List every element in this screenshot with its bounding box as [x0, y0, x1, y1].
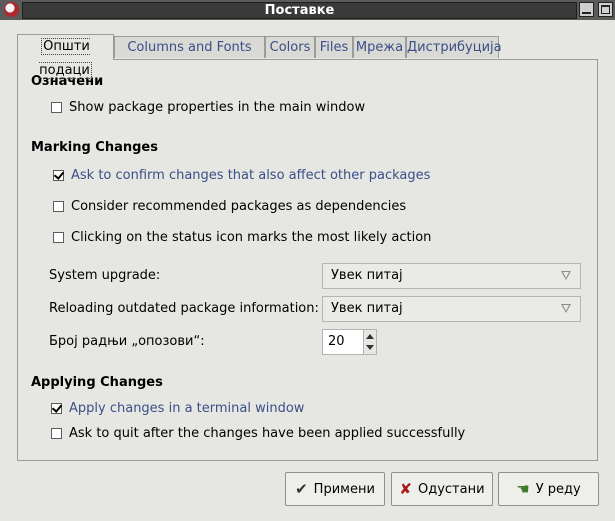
terminal-label: Apply changes in a terminal window	[69, 401, 305, 416]
show-properties-row[interactable]: Show package properties in the main wind…	[51, 100, 365, 115]
undo-count-label: Број радњи „опозови“:	[49, 334, 205, 349]
ok-button[interactable]: ☚ У реду	[498, 472, 599, 506]
recommended-deps-checkbox[interactable]	[53, 201, 64, 212]
undo-count-value[interactable]: 20	[328, 334, 345, 349]
ask-confirm-checkbox[interactable]	[53, 170, 64, 181]
system-upgrade-label: System upgrade:	[49, 268, 161, 283]
tab-distribution[interactable]: Дистрибуција	[406, 36, 502, 58]
chevron-down-icon	[561, 271, 571, 280]
cancel-button[interactable]: ✘ Одустани	[391, 472, 493, 506]
ask-confirm-label: Ask to confirm changes that also affect …	[71, 168, 431, 183]
quit-label: Ask to quit after the changes have been …	[69, 426, 466, 441]
reloading-value: Увек питај	[331, 301, 403, 316]
section-title-applying-changes: Applying Changes	[31, 375, 163, 390]
stepper-buttons	[363, 330, 376, 354]
check-icon: ✔	[295, 480, 308, 498]
chevron-down-icon	[561, 304, 571, 313]
title-bar: Поставке	[0, 0, 615, 20]
ask-confirm-row[interactable]: Ask to confirm changes that also affect …	[53, 168, 430, 183]
tab-columns-and-fonts[interactable]: Columns and Fonts	[114, 36, 265, 58]
system-upgrade-dropdown[interactable]: Увек питај	[322, 263, 581, 289]
ok-button-label: У реду	[535, 481, 581, 497]
apply-button-label: Примени	[313, 481, 375, 497]
close-icon: ✘	[399, 480, 412, 498]
title-drag-area[interactable]: Поставке	[22, 2, 577, 19]
terminal-row[interactable]: Apply changes in a terminal window	[51, 401, 304, 416]
maximize-button[interactable]	[598, 2, 613, 17]
stepper-up-icon[interactable]	[366, 334, 374, 339]
tab-files[interactable]: Files	[315, 36, 353, 58]
cancel-button-label: Одустани	[418, 481, 485, 497]
quit-checkbox[interactable]	[51, 428, 62, 439]
status-icon-checkbox[interactable]	[53, 232, 64, 243]
status-icon-label: Clicking on the status icon marks the mo…	[71, 230, 432, 245]
show-properties-checkbox[interactable]	[51, 102, 62, 113]
undo-count-stepper[interactable]: 20	[322, 329, 377, 355]
terminal-checkbox[interactable]	[51, 403, 62, 414]
ok-hand-icon: ☚	[516, 480, 530, 498]
minimize-button[interactable]	[579, 2, 594, 17]
window-title: Поставке	[264, 3, 335, 18]
reloading-label: Reloading outdated package information:	[49, 301, 319, 316]
show-properties-label: Show package properties in the main wind…	[69, 100, 366, 115]
reloading-dropdown[interactable]: Увек питај	[322, 296, 581, 322]
system-upgrade-value: Увек питај	[331, 268, 403, 283]
app-icon[interactable]	[4, 2, 19, 17]
section-title-marking-changes: Marking Changes	[31, 140, 158, 155]
quit-row[interactable]: Ask to quit after the changes have been …	[51, 426, 465, 441]
status-icon-row[interactable]: Clicking on the status icon marks the mo…	[53, 230, 431, 245]
apply-button[interactable]: ✔ Примени	[285, 472, 385, 506]
recommended-deps-row[interactable]: Consider recommended packages as depende…	[53, 199, 406, 214]
tab-colors[interactable]: Colors	[265, 36, 315, 58]
tab-general[interactable]: Општи подаци	[17, 34, 114, 79]
tab-network[interactable]: Мрежа	[353, 36, 406, 58]
recommended-deps-label: Consider recommended packages as depende…	[71, 199, 407, 214]
stepper-down-icon[interactable]	[366, 345, 374, 350]
